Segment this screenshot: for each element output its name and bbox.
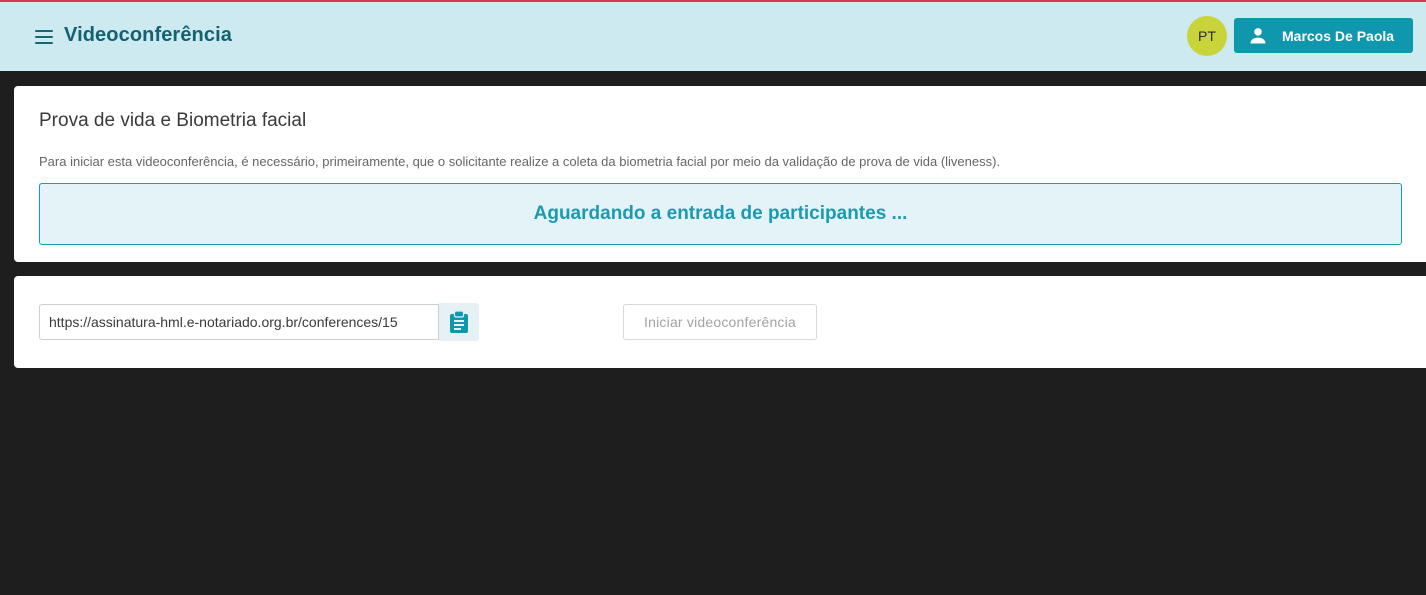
biometria-description: Para iniciar esta videoconferência, é ne… bbox=[39, 154, 1001, 169]
hamburger-icon bbox=[35, 30, 53, 32]
page-title: Videoconferência bbox=[64, 24, 232, 46]
clipboard-icon bbox=[450, 310, 468, 333]
avatar-initials: PT bbox=[1198, 28, 1216, 44]
waiting-status-text: Aguardando a entrada de participantes ..… bbox=[533, 203, 908, 224]
biometria-card: Prova de vida e Biometria facial Para in… bbox=[14, 86, 1426, 262]
hamburger-icon-line bbox=[35, 36, 53, 38]
hamburger-icon-line bbox=[35, 42, 53, 44]
waiting-status-box: Aguardando a entrada de participantes ..… bbox=[39, 183, 1402, 245]
person-icon bbox=[1250, 27, 1266, 43]
menu-button[interactable] bbox=[33, 26, 55, 48]
user-name: Marcos De Paola bbox=[1282, 27, 1395, 44]
conference-url-input[interactable] bbox=[39, 304, 439, 340]
start-conference-button[interactable]: Iniciar videoconferência bbox=[623, 304, 817, 340]
copy-url-button[interactable] bbox=[439, 303, 479, 341]
avatar[interactable]: PT bbox=[1187, 16, 1227, 56]
biometria-title: Prova de vida e Biometria facial bbox=[39, 110, 307, 131]
user-menu-button[interactable]: Marcos De Paola bbox=[1234, 18, 1413, 53]
conference-card: Iniciar videoconferência bbox=[14, 276, 1426, 368]
app-header: Videoconferência PT Marcos De Paola bbox=[0, 2, 1426, 71]
